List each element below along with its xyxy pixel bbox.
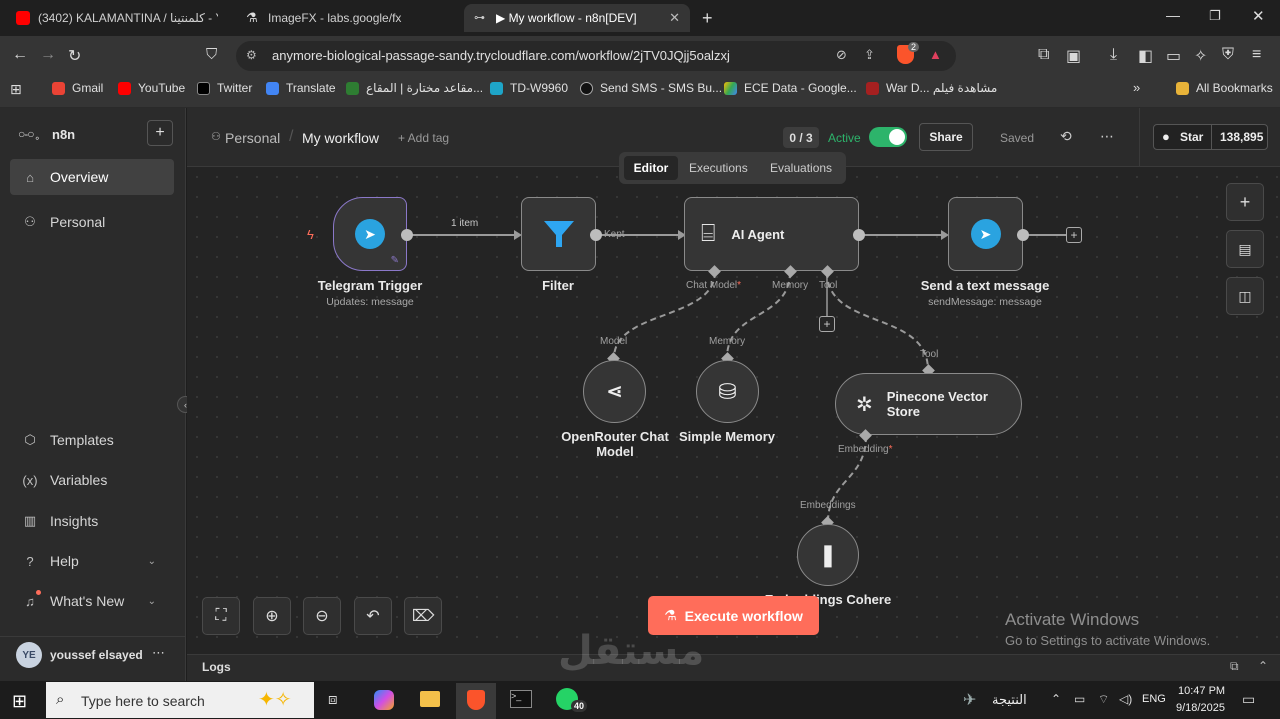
wifi-icon[interactable]: ⌔ (1098, 692, 1109, 707)
brave-taskbar-button[interactable] (456, 683, 496, 719)
note-icon: ▤ (1238, 240, 1252, 257)
plus-icon: + (1239, 191, 1251, 212)
node-title: OpenRouter Chat (561, 429, 669, 444)
zoom-in-icon: ⊕ (265, 608, 279, 625)
brave-icon (467, 690, 485, 710)
add-node-button[interactable]: + (1066, 227, 1082, 243)
zoom-out-icon: ⊖ (315, 608, 329, 625)
port-label: Tool (920, 349, 939, 360)
broom-icon: ⌦ (411, 608, 435, 625)
fit-view-icon: ⛶ (215, 607, 227, 624)
fit-view-button[interactable]: ⛶ (202, 597, 240, 635)
node-simple-memory[interactable]: ⛁ (696, 360, 759, 423)
battery-icon[interactable]: ▭ (1074, 692, 1085, 706)
node-title-line2: Model (596, 444, 634, 459)
clock-date[interactable]: 9/18/2025 (1176, 702, 1225, 714)
zoom-out-button[interactable]: ⊖ (303, 597, 341, 635)
node-telegram-trigger[interactable]: ➤ ✎ (333, 197, 407, 271)
database-icon: ⛁ (718, 378, 737, 404)
port-label: Chat Model* (686, 280, 742, 291)
panel-icon: ◫ (1238, 287, 1252, 304)
node-title-line2: Store (886, 404, 920, 419)
output-port[interactable] (853, 229, 865, 241)
activation-watermark-title: Activate Windows (1005, 610, 1140, 629)
node-pinecone[interactable]: ✲ Pinecone Vector Store (835, 373, 1022, 435)
pin-icon: ✎ (390, 255, 399, 266)
tray-chevron-icon[interactable]: ⌃ (1051, 692, 1061, 706)
node-subtitle: Updates: message (326, 296, 414, 308)
telegram-icon: ➤ (970, 219, 1001, 249)
weather-text[interactable]: النتيجة (992, 692, 1027, 708)
node-embeddings-cohere[interactable]: ❚ (797, 524, 859, 586)
edge-output-label: Kept (604, 229, 625, 240)
port-label: Memory (709, 336, 746, 347)
sparkle-icon: ✦✧ (258, 689, 292, 711)
pinecone-icon: ✲ (856, 393, 873, 416)
node-title: Pinecone Vector (886, 389, 988, 404)
cohere-icon: ❚ (818, 542, 838, 567)
activation-watermark-text: Go to Settings to activate Windows. (1005, 633, 1211, 648)
panel-toggle-button[interactable]: ◫ (1226, 277, 1264, 315)
output-port[interactable] (1017, 229, 1029, 241)
port-label: Memory (772, 280, 809, 291)
node-title: AI Agent (731, 226, 785, 242)
node-title: Simple Memory (678, 429, 776, 444)
node-subtitle: sendMessage: message (928, 296, 1042, 308)
port-label: Tool (819, 280, 838, 291)
search-placeholder: Type here to search (81, 693, 205, 709)
zoom-in-button[interactable]: ⊕ (253, 597, 291, 635)
undo-icon: ↶ (366, 608, 380, 625)
whatsapp-badge: 40 (571, 700, 588, 712)
node-title: Send a text message (920, 278, 1050, 293)
windows-start-icon[interactable]: ⊞ (12, 691, 27, 712)
search-icon: ⌕ (56, 691, 65, 708)
logs-bar[interactable] (187, 654, 1280, 681)
robot-icon: ⌸ (701, 220, 716, 247)
port-label: Embedding* (838, 444, 893, 455)
file-explorer-icon[interactable] (420, 691, 440, 707)
mostaql-logo: مستقل (558, 629, 705, 673)
edge-item-count: 1 item (451, 218, 479, 229)
node-title: Telegram Trigger (317, 278, 423, 293)
taskbar-search[interactable]: ⌕ Type here to search ✦✧ (46, 682, 314, 718)
port-label: Embeddings (800, 500, 856, 511)
node-openrouter[interactable]: ⋖ (583, 360, 646, 423)
output-port[interactable] (590, 229, 602, 241)
flask-icon: ⚗ (664, 607, 677, 623)
volume-icon[interactable]: ◁) (1119, 692, 1132, 706)
node-title: Filter (542, 278, 574, 293)
add-node-panel-button[interactable]: + (1226, 183, 1264, 221)
copilot-icon[interactable] (374, 690, 394, 710)
node-filter[interactable] (521, 197, 596, 271)
chevron-up-icon[interactable]: ⌃ (1258, 659, 1268, 673)
port-label: Model (600, 336, 628, 347)
clock-time[interactable]: 10:47 PM (1178, 685, 1225, 697)
task-view-icon[interactable]: ⧈ (328, 691, 338, 708)
telegram-icon: ➤ (355, 219, 385, 249)
tidy-up-button[interactable]: ⌦ (404, 597, 442, 635)
add-tool-button[interactable]: + (819, 316, 835, 332)
weather-icon: ✈ (963, 692, 977, 709)
terminal-icon[interactable]: >_ (510, 690, 532, 708)
output-port[interactable] (401, 229, 413, 241)
filter-icon (543, 221, 574, 247)
undo-button[interactable]: ↶ (354, 597, 392, 635)
sticky-note-button[interactable]: ▤ (1226, 230, 1264, 268)
popout-icon[interactable]: ⧉ (1230, 659, 1239, 674)
language-indicator[interactable]: ENG (1142, 693, 1166, 705)
openrouter-icon: ⋖ (606, 381, 623, 403)
logs-label: Logs (202, 660, 231, 674)
notification-center-icon[interactable]: ▭ (1242, 691, 1255, 708)
trigger-bolt-icon: ϟ (307, 227, 314, 242)
node-send-message[interactable]: ➤ (948, 197, 1023, 271)
node-ai-agent[interactable]: ⌸ AI Agent (684, 197, 859, 271)
